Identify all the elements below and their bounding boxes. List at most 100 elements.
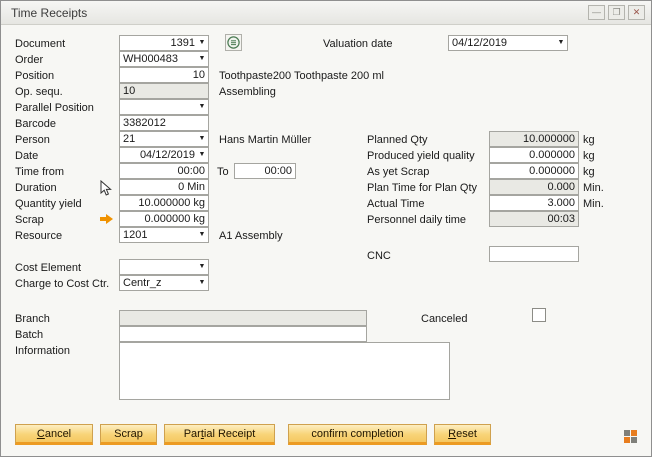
position-description: Toothpaste200 Toothpaste 200 ml — [219, 70, 384, 82]
resource-label: Resource — [15, 230, 62, 242]
cost-element-field[interactable]: ▼ — [119, 259, 209, 275]
charge-to-cost-ctr-label: Charge to Cost Ctr. — [15, 278, 109, 290]
chevron-down-icon[interactable]: ▼ — [197, 231, 207, 238]
branch-label: Branch — [15, 313, 50, 325]
window-controls: — ❐ ✕ — [588, 5, 645, 20]
chevron-down-icon[interactable]: ▼ — [197, 279, 207, 286]
chevron-down-icon[interactable]: ▼ — [197, 39, 207, 46]
produced-yield-quality-unit: kg — [583, 150, 595, 162]
chevron-down-icon[interactable]: ▼ — [197, 103, 207, 110]
cost-element-label: Cost Element — [15, 262, 81, 274]
scrap-field[interactable]: 0.000000 kg — [119, 211, 209, 227]
cancel-button[interactable]: Cancel — [15, 424, 93, 445]
as-yet-scrap-label: As yet Scrap — [367, 166, 429, 178]
chevron-down-icon[interactable]: ▼ — [197, 151, 207, 158]
actual-time-value: 3.000 — [547, 197, 575, 209]
personnel-daily-time-label: Personnel daily time — [367, 214, 466, 226]
date-field[interactable]: 04/12/2019 ▼ — [119, 147, 209, 163]
date-value: 04/12/2019 — [140, 149, 195, 161]
actual-time-field[interactable]: 3.000 — [489, 195, 579, 211]
resize-grip-icon[interactable] — [624, 430, 637, 443]
scrap-label: Scrap — [15, 214, 44, 226]
time-from-label: Time from — [15, 166, 64, 178]
produced-yield-quality-label: Produced yield quality — [367, 150, 475, 162]
order-label: Order — [15, 54, 43, 66]
charge-to-cost-ctr-value: Centr_z — [123, 277, 162, 289]
as-yet-scrap-unit: kg — [583, 166, 595, 178]
plan-time-for-plan-qty-field: 0.000 — [489, 179, 579, 195]
position-field[interactable]: 10 — [119, 67, 209, 83]
duration-label: Duration — [15, 182, 57, 194]
chevron-down-icon[interactable]: ▼ — [197, 263, 207, 270]
op-sequ-value: 10 — [123, 85, 135, 97]
duration-value: 0 Min — [178, 181, 205, 193]
barcode-field[interactable]: 3382012 — [119, 115, 209, 131]
time-to-value: 00:00 — [264, 165, 292, 177]
orange-link-arrow-icon[interactable] — [100, 214, 113, 224]
quantity-yield-field[interactable]: 10.000000 kg — [119, 195, 209, 211]
time-to-field[interactable]: 00:00 — [234, 163, 296, 179]
partial-receipt-button[interactable]: Partial Receipt — [164, 424, 275, 445]
resource-field[interactable]: 1201 ▼ — [119, 227, 209, 243]
produced-yield-quality-field[interactable]: 0.000000 — [489, 147, 579, 163]
valuation-date-value: 04/12/2019 — [452, 37, 507, 49]
document-link-icon[interactable] — [225, 34, 242, 51]
canceled-label: Canceled — [421, 313, 467, 325]
confirm-completion-button[interactable]: confirm completion — [288, 424, 427, 445]
person-description: Hans Martin Müller — [219, 134, 311, 146]
chevron-down-icon[interactable]: ▼ — [556, 39, 566, 46]
quantity-yield-value: 10.000000 kg — [138, 197, 205, 209]
cnc-label: CNC — [367, 250, 391, 262]
cnc-field[interactable] — [489, 246, 579, 262]
order-value: WH000483 — [123, 53, 178, 65]
time-from-value: 00:00 — [177, 165, 205, 177]
maximize-icon[interactable]: ❐ — [608, 5, 625, 20]
as-yet-scrap-field[interactable]: 0.000000 — [489, 163, 579, 179]
personnel-daily-time-field: 00:03 — [489, 211, 579, 227]
person-field[interactable]: 21 ▼ — [119, 131, 209, 147]
document-value: 1391 — [171, 37, 195, 49]
valuation-date-field[interactable]: 04/12/2019 ▼ — [448, 35, 568, 51]
position-value: 10 — [193, 69, 205, 81]
charge-to-cost-ctr-field[interactable]: Centr_z ▼ — [119, 275, 209, 291]
document-field[interactable]: 1391 ▼ — [119, 35, 209, 51]
titlebar[interactable]: Time Receipts — ❐ ✕ — [1, 1, 651, 25]
duration-field[interactable]: 0 Min — [119, 179, 209, 195]
planned-qty-label: Planned Qty — [367, 134, 428, 146]
document-label: Document — [15, 38, 65, 50]
chevron-down-icon[interactable]: ▼ — [197, 55, 207, 62]
close-icon[interactable]: ✕ — [628, 5, 645, 20]
scrap-button[interactable]: Scrap — [100, 424, 157, 445]
date-label: Date — [15, 150, 38, 162]
planned-qty-unit: kg — [583, 134, 595, 146]
barcode-value: 3382012 — [123, 117, 166, 129]
batch-field[interactable] — [119, 326, 367, 342]
time-from-field[interactable]: 00:00 — [119, 163, 209, 179]
parallel-position-label: Parallel Position — [15, 102, 94, 114]
parallel-position-field[interactable]: ▼ — [119, 99, 209, 115]
personnel-daily-time-value: 00:03 — [547, 213, 575, 225]
op-sequ-label: Op. sequ. — [15, 86, 63, 98]
person-value: 21 — [123, 133, 135, 145]
chevron-down-icon[interactable]: ▼ — [197, 135, 207, 142]
minimize-icon[interactable]: — — [588, 5, 605, 20]
information-label: Information — [15, 345, 70, 357]
plan-time-for-plan-qty-label: Plan Time for Plan Qty — [367, 182, 477, 194]
canceled-checkbox[interactable] — [532, 308, 546, 322]
mouse-cursor-icon — [99, 180, 113, 198]
produced-yield-quality-value: 0.000000 — [529, 149, 575, 161]
person-label: Person — [15, 134, 50, 146]
plan-time-for-plan-qty-value: 0.000 — [547, 181, 575, 193]
op-sequ-field: 10 — [119, 83, 209, 99]
plan-time-for-plan-qty-unit: Min. — [583, 182, 604, 194]
resource-description: A1 Assembly — [219, 230, 283, 242]
planned-qty-value: 10.000000 — [523, 133, 575, 145]
valuation-date-label: Valuation date — [323, 38, 393, 50]
op-sequ-description: Assembling — [219, 86, 276, 98]
planned-qty-field: 10.000000 — [489, 131, 579, 147]
information-textarea[interactable] — [119, 342, 450, 400]
reset-button[interactable]: Reset — [434, 424, 491, 445]
quantity-yield-label: Quantity yield — [15, 198, 82, 210]
barcode-label: Barcode — [15, 118, 56, 130]
order-field[interactable]: WH000483 ▼ — [119, 51, 209, 67]
